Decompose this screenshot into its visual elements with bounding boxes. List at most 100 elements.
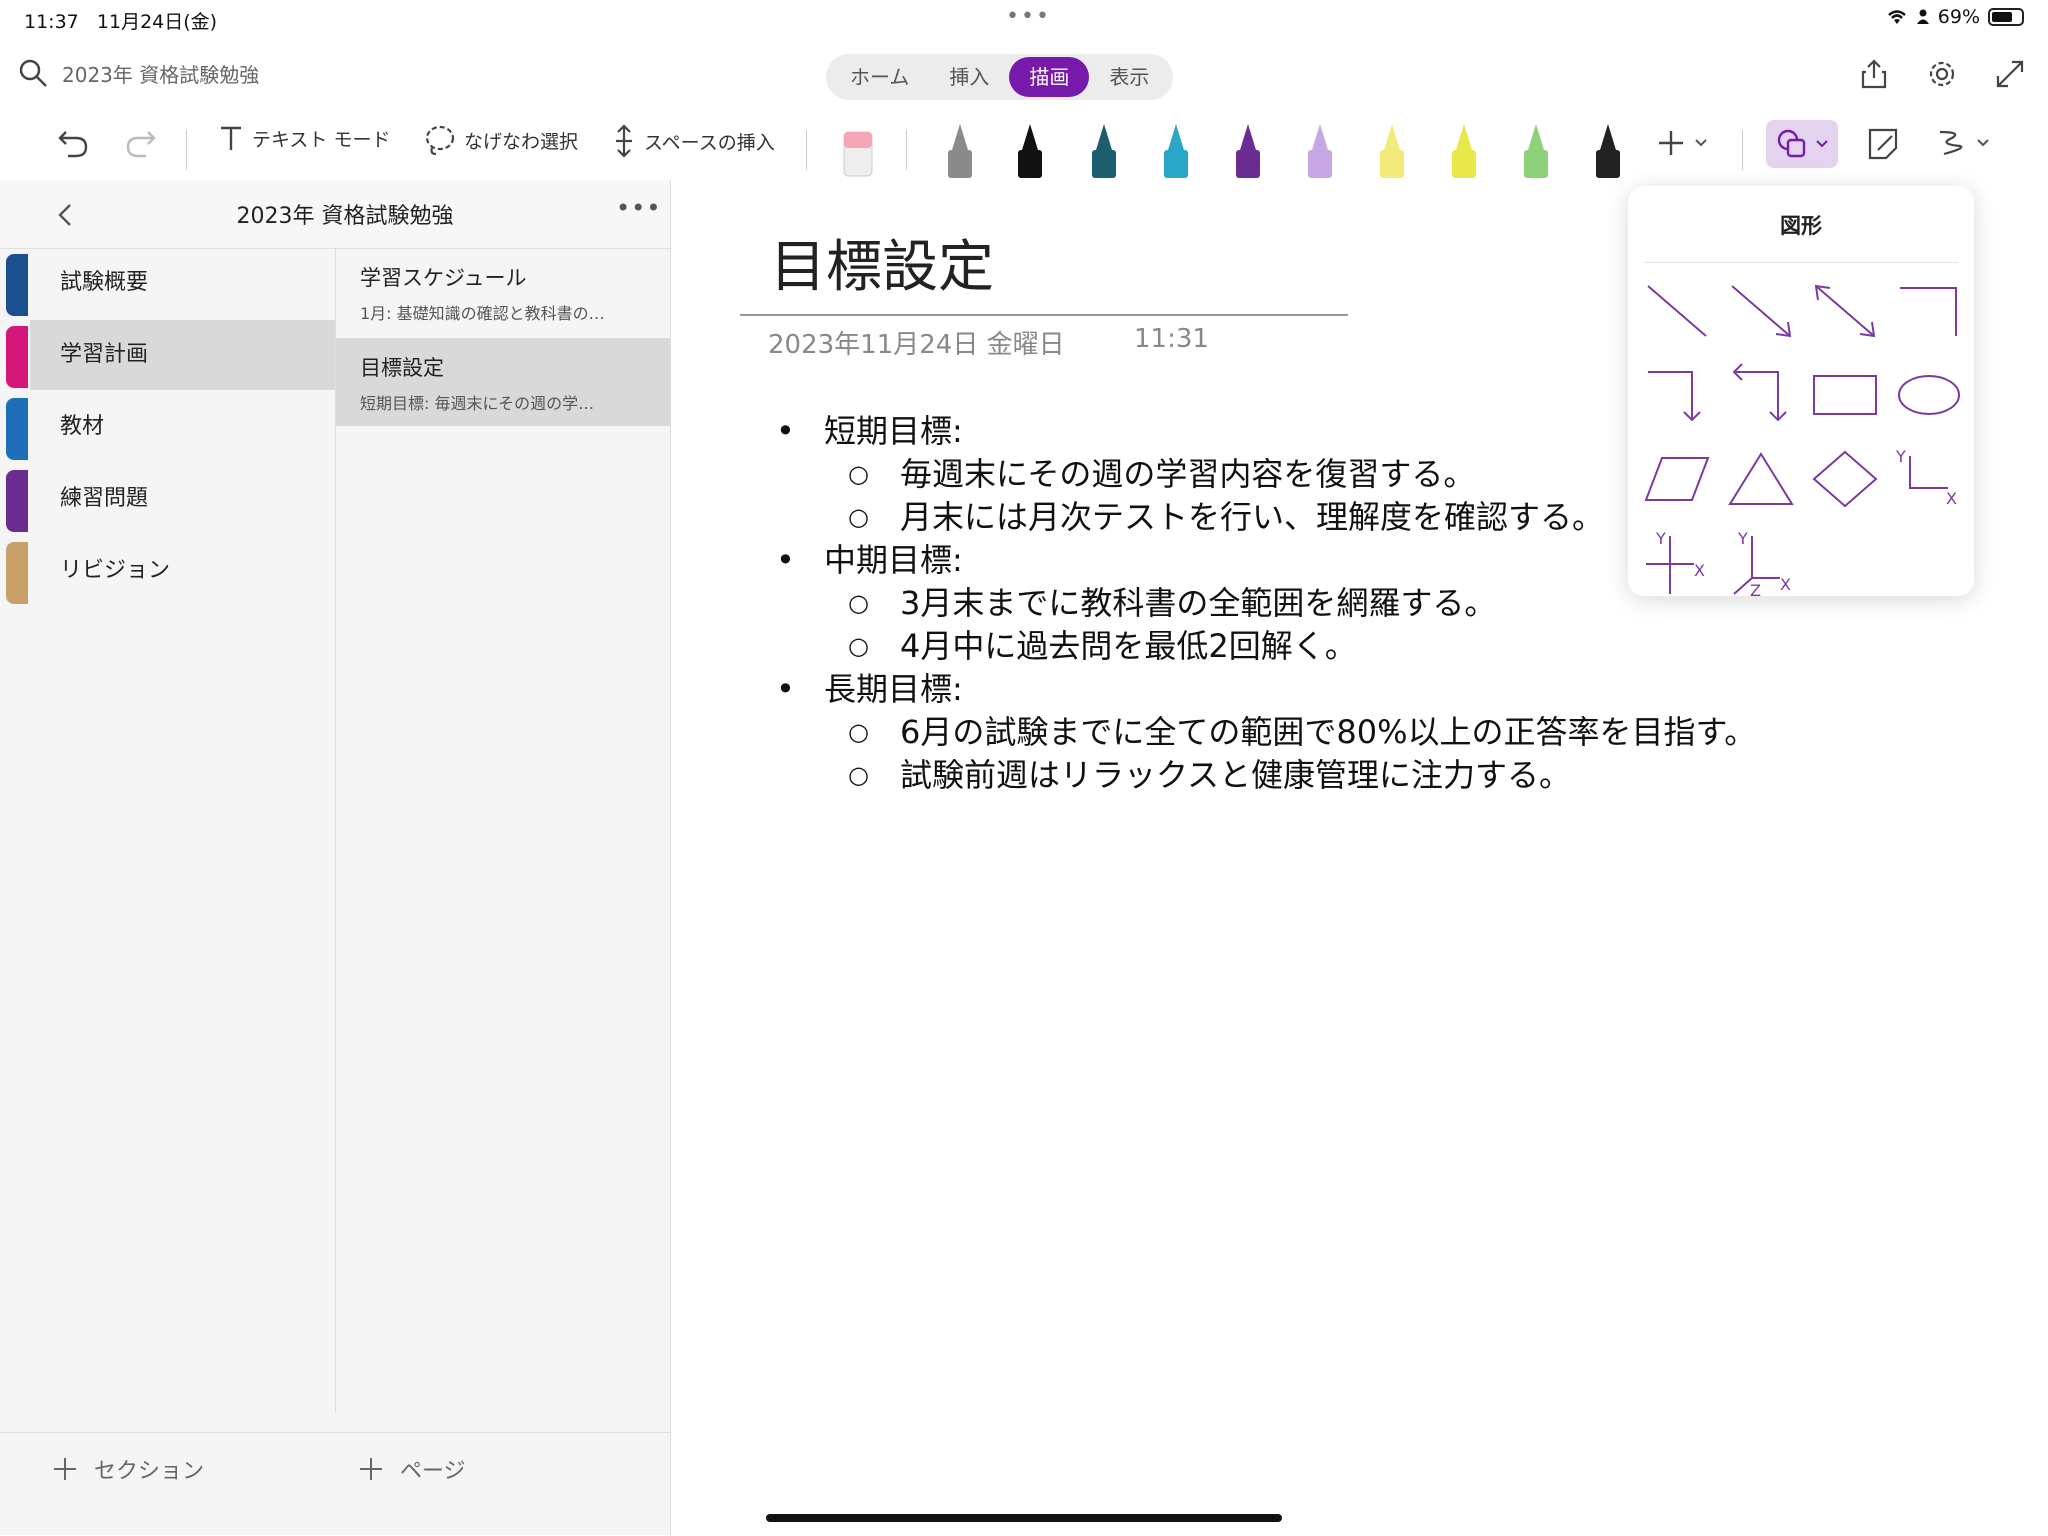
elbow-connector-shape[interactable] — [1894, 276, 1964, 346]
add-section-button[interactable]: セクション — [52, 1453, 204, 1485]
triangle-shape[interactable] — [1726, 444, 1796, 514]
pen-1[interactable] — [940, 120, 980, 178]
arrow-shape[interactable] — [1726, 276, 1796, 346]
page-date: 2023年11月24日 金曜日 — [768, 330, 1065, 360]
insert-space-button[interactable]: スペースの挿入 — [612, 124, 775, 158]
tab-home[interactable]: ホーム — [830, 57, 929, 97]
sub-bullet-item[interactable]: 試験前週はリラックスと健康管理に注力する。 — [776, 754, 1756, 797]
plus-icon — [1659, 131, 1683, 155]
ink-to-shape-button[interactable] — [1934, 126, 1990, 160]
shapes-button[interactable] — [1766, 120, 1838, 168]
undo-icon[interactable] — [56, 126, 90, 160]
svg-text:Y: Y — [1737, 529, 1748, 548]
section-color-tab[interactable] — [6, 326, 28, 388]
sub-bullet-item[interactable]: 月末には月次テストを行い、理解度を確認する。 — [776, 496, 1756, 539]
page-item[interactable]: 目標設定短期目標: 毎週末にその週の学… — [336, 338, 670, 426]
notebook-name: 2023年 資格試験勉強 — [62, 62, 260, 87]
page-item-preview: 1月: 基礎知識の確認と教科書の… — [360, 304, 605, 323]
wifi-icon — [1887, 10, 1906, 24]
section-item[interactable]: 練習問題 — [30, 464, 335, 534]
ribbon-tabs: ホーム 挿入 描画 表示 — [826, 54, 1174, 100]
section-item[interactable]: 試験概要 — [30, 248, 335, 318]
status-bar: 11:37 11月24日(金) ••• 69% — [0, 0, 2048, 36]
person-icon — [1916, 9, 1929, 24]
xyz-axis-shape[interactable]: Y X Z — [1726, 528, 1796, 598]
section-item[interactable]: 教材 — [30, 392, 335, 462]
section-color-tab[interactable] — [6, 542, 28, 604]
add-pen-button[interactable] — [1656, 128, 1708, 158]
shapes-popover: 図形 YXYXYXZ — [1628, 186, 1974, 598]
chevron-down-icon — [1816, 140, 1828, 148]
pen-4[interactable] — [1156, 120, 1196, 178]
plus-icon — [54, 1458, 76, 1480]
tab-view[interactable]: 表示 — [1089, 57, 1169, 97]
diamond-shape[interactable] — [1810, 444, 1880, 514]
section-item[interactable]: 学習計画 — [30, 320, 335, 390]
pen-8[interactable] — [1444, 120, 1484, 178]
shapes-icon — [1777, 129, 1806, 158]
tab-insert[interactable]: 挿入 — [929, 57, 1009, 97]
bullet-item[interactable]: 短期目標: — [776, 410, 1756, 453]
page-item[interactable]: 学習スケジュール 1月: 基礎知識の確認と教科書の… — [336, 248, 670, 336]
sub-bullet-item[interactable]: 6月の試験までに全ての範囲で80%以上の正答率を目指す。 — [776, 711, 1756, 754]
section-item[interactable]: リビジョン — [30, 536, 335, 606]
sub-bullet-item[interactable]: 3月末までに教科書の全範囲を網羅する。 — [776, 582, 1756, 625]
four-quadrant-axis-shape[interactable]: YX — [1642, 528, 1712, 598]
lasso-select-button[interactable]: なげなわ選択 — [424, 124, 578, 156]
search-icon[interactable] — [18, 58, 48, 88]
text-mode-button[interactable]: テキスト モード — [218, 124, 390, 152]
title-underline — [740, 314, 1348, 316]
share-icon[interactable] — [1858, 58, 1890, 90]
svg-text:X: X — [1780, 575, 1791, 594]
pen-9[interactable] — [1516, 120, 1556, 178]
add-page-button[interactable]: ページ — [358, 1453, 466, 1485]
multitasking-dots-icon[interactable]: ••• — [1006, 4, 1051, 29]
chevron-down-icon — [1977, 139, 1989, 147]
ink-squiggle-icon — [1939, 130, 1963, 156]
pen-10[interactable] — [1588, 120, 1628, 178]
header-actions — [1858, 58, 2026, 90]
lasso-icon — [425, 125, 455, 156]
home-indicator — [766, 1514, 1282, 1522]
section-color-tab[interactable] — [6, 398, 28, 460]
eraser-tool[interactable] — [838, 120, 878, 178]
elbow-arrow-shape[interactable] — [1642, 360, 1712, 430]
battery-icon — [1988, 8, 2024, 26]
pen-3[interactable] — [1084, 120, 1124, 178]
pen-2[interactable] — [1010, 120, 1050, 178]
page-title[interactable]: 目標設定 — [770, 222, 994, 303]
double-elbow-arrow-shape[interactable] — [1726, 360, 1796, 430]
navigation-pane: 2023年 資格試験勉強 ••• 試験概要 学習計画 教材 練習問題 リビジョン 学習ス… — [0, 180, 671, 1535]
pen-5[interactable] — [1228, 120, 1268, 178]
sub-bullet-item[interactable]: 4月中に過去問を最低2回解く。 — [776, 625, 1756, 668]
svg-text:Y: Y — [1895, 447, 1906, 466]
svg-text:Y: Y — [1655, 529, 1666, 548]
popover-divider — [1644, 262, 1958, 263]
redo-icon[interactable] — [124, 126, 158, 160]
draw-toolbar: テキスト モード なげなわ選択 スペースの挿入 — [0, 112, 2048, 178]
tab-draw[interactable]: 描画 — [1009, 57, 1090, 97]
section-color-tab[interactable] — [6, 254, 28, 316]
page-item-title: 目標設定 — [360, 356, 444, 380]
sub-bullet-item[interactable]: 毎週末にその週の学習内容を復習する。 — [776, 453, 1756, 496]
search-bar[interactable]: 2023年 資格試験勉強 — [18, 58, 259, 88]
pen-7[interactable] — [1372, 120, 1412, 178]
expand-icon[interactable] — [1994, 58, 2026, 90]
bullet-item[interactable]: 中期目標: — [776, 539, 1756, 582]
page-item-preview: 短期目標: 毎週末にその週の学… — [360, 394, 595, 413]
pen-6[interactable] — [1300, 120, 1340, 178]
line-shape[interactable] — [1642, 276, 1712, 346]
more-options-icon[interactable]: ••• — [616, 194, 661, 222]
ellipse-shape[interactable] — [1894, 360, 1964, 430]
note-body[interactable]: 短期目標:毎週末にその週の学習内容を復習する。月末には月次テストを行い、理解度を… — [776, 410, 1756, 797]
gear-icon[interactable] — [1926, 58, 1958, 90]
page-time: 11:31 — [1134, 324, 1209, 354]
insert-space-icon — [616, 124, 632, 158]
section-color-tab[interactable] — [6, 470, 28, 532]
parallelogram-shape[interactable] — [1642, 444, 1712, 514]
double-arrow-shape[interactable] — [1810, 276, 1880, 346]
xy-axis-shape[interactable]: YX — [1894, 444, 1964, 514]
rectangle-shape[interactable] — [1810, 360, 1880, 430]
bullet-item[interactable]: 長期目標: — [776, 668, 1756, 711]
sticky-note-icon[interactable] — [1866, 126, 1900, 162]
